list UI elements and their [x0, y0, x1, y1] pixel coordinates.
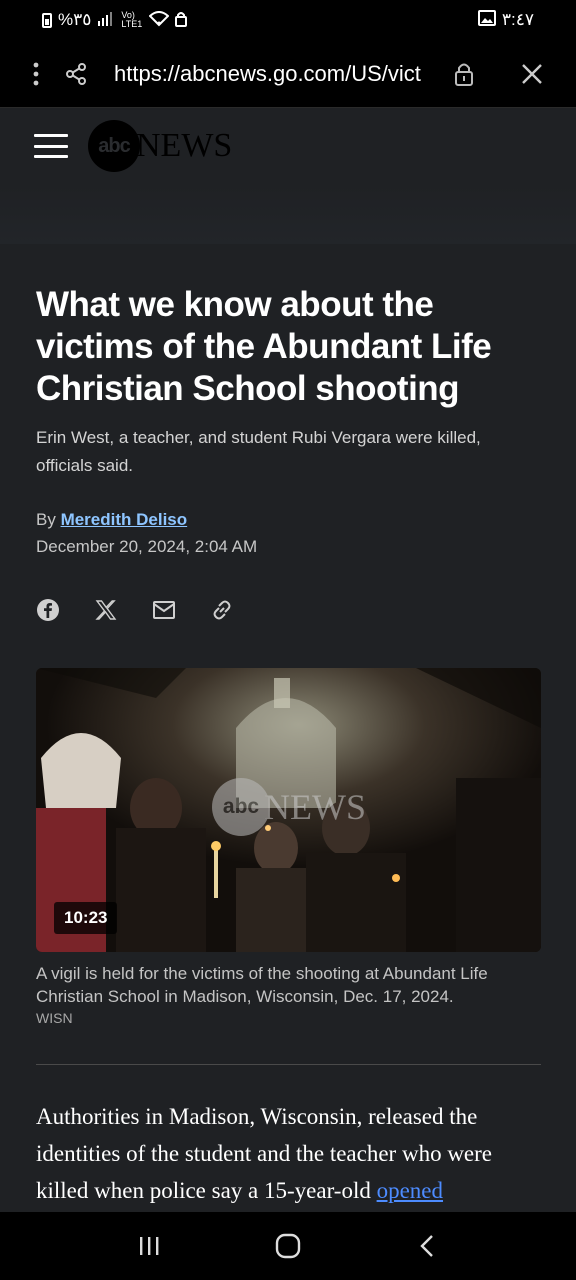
publish-date: December 20, 2024, 2:04 AM	[36, 537, 258, 556]
body-inline-link[interactable]: opened	[377, 1178, 443, 1203]
byline: By Meredith Deliso	[36, 510, 187, 530]
logo-news-word: NEWS	[136, 127, 233, 164]
status-right: ٣:٤٧	[477, 9, 534, 31]
video-watermark: abc NEWS	[212, 778, 366, 836]
article-headline: What we know about the victims of the Ab…	[36, 285, 492, 408]
clock: ٣:٤٧	[501, 10, 534, 29]
facebook-icon[interactable]	[36, 598, 60, 622]
video-duration: 10:23	[54, 902, 118, 934]
system-nav-bar	[0, 1212, 576, 1280]
lock-status-icon	[175, 11, 188, 30]
status-left: %٣٥ Vo) LTE1	[42, 10, 188, 30]
watermark-news-word: NEWS	[264, 787, 366, 827]
battery-percent: %٣٥	[58, 10, 92, 29]
padlock-icon[interactable]	[444, 40, 484, 108]
article-subheadline: Erin West, a teacher, and student Rubi V…	[36, 428, 481, 475]
hamburger-menu-icon[interactable]	[34, 134, 68, 158]
video-caption: A vigil is held for the victims of the s…	[36, 964, 488, 1006]
home-icon[interactable]	[268, 1226, 308, 1266]
logo-abc-circle: abc	[88, 120, 140, 172]
share-icon[interactable]	[58, 40, 94, 108]
browser-url-bar: https://abcnews.go.com/US/vict	[0, 40, 576, 108]
close-icon[interactable]	[512, 40, 552, 108]
header-band	[0, 184, 576, 244]
battery-icon	[42, 12, 52, 28]
author-link[interactable]: Meredith Deliso	[61, 510, 188, 529]
wifi-icon	[148, 10, 170, 30]
divider	[36, 1064, 541, 1065]
site-header: abc NEWS	[0, 108, 576, 184]
x-twitter-icon[interactable]	[94, 598, 118, 622]
copy-link-icon[interactable]	[210, 598, 234, 622]
abc-news-logo[interactable]: abc NEWS	[88, 120, 232, 172]
share-row	[36, 598, 234, 622]
byline-prefix: By	[36, 510, 61, 529]
email-icon[interactable]	[152, 598, 176, 622]
more-options-icon[interactable]	[18, 40, 54, 108]
watermark-abc-circle: abc	[212, 778, 270, 836]
video-player[interactable]: abc NEWS 10:23	[36, 668, 541, 952]
gallery-icon	[477, 9, 496, 31]
network-label: Vo) LTE1	[121, 10, 143, 29]
recent-apps-icon[interactable]	[129, 1226, 169, 1266]
status-bar: %٣٥ Vo) LTE1 ٣:٤٧	[0, 0, 576, 40]
signal-icon	[97, 11, 115, 30]
url-field[interactable]: https://abcnews.go.com/US/vict	[114, 61, 440, 87]
article-body: Authorities in Madison, Wisconsin, relea…	[36, 1098, 541, 1209]
back-icon[interactable]	[407, 1226, 447, 1266]
photo-credit: WISN	[36, 1010, 73, 1026]
